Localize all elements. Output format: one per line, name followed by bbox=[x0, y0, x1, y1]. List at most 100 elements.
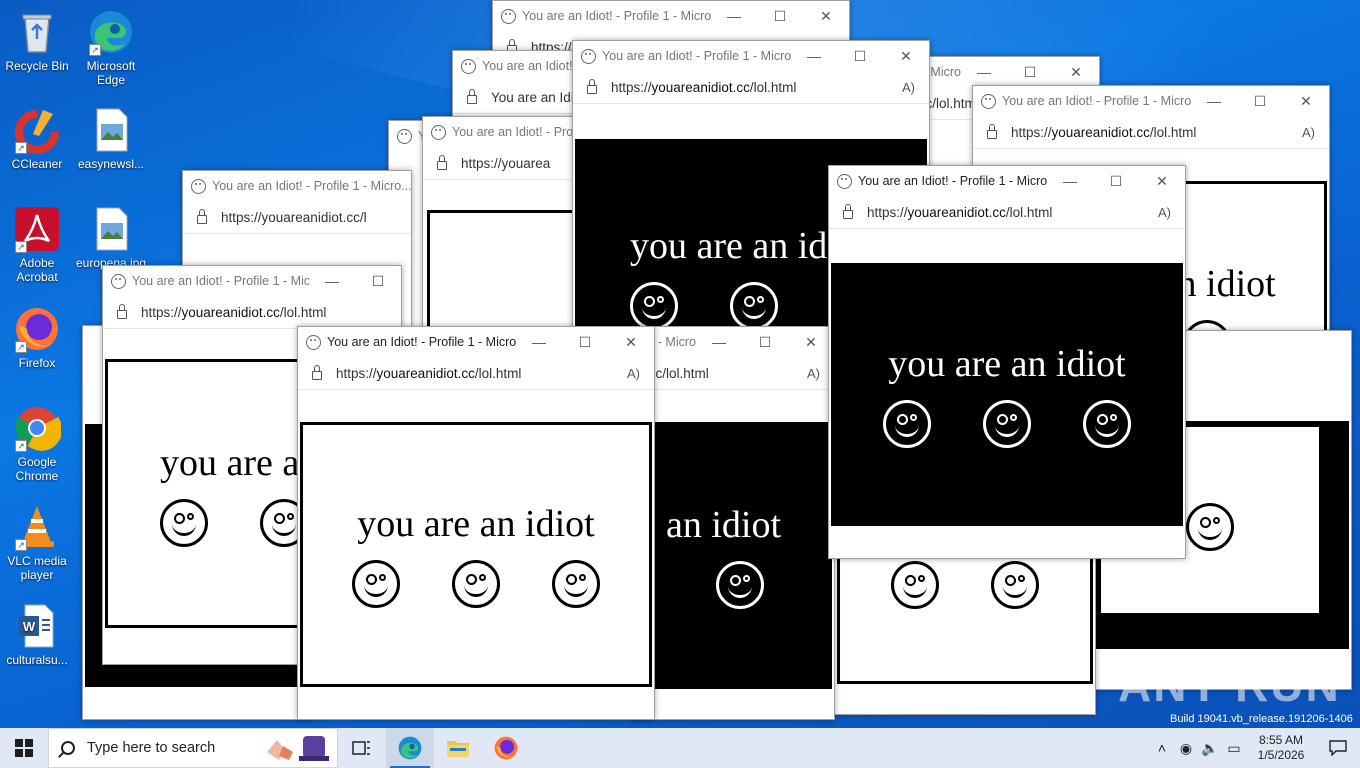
popup-window-front[interactable]: You are an Idiot! - Profile 1 - Micro...… bbox=[828, 165, 1186, 559]
maximize-button[interactable]: ☐ bbox=[355, 273, 401, 290]
desktop-icon-chrome[interactable]: ↗ Google Chrome bbox=[0, 404, 74, 483]
idiot-message: you are a bbox=[160, 441, 300, 484]
url-text[interactable]: https://youareanidiot.cc/l bbox=[221, 210, 397, 225]
clock[interactable]: 8:55 AM 1/5/2026 bbox=[1246, 733, 1316, 763]
desktop-icon-label: Google Chrome bbox=[15, 455, 59, 483]
url-text[interactable]: https://youareanidiot.cc/lol.html bbox=[141, 305, 387, 320]
taskbar-firefox-button[interactable] bbox=[482, 728, 530, 768]
close-button[interactable]: ✕ bbox=[803, 8, 849, 25]
title-bar[interactable]: You are an Idiot! - Profile 1 - Micro...… bbox=[901, 57, 1099, 87]
start-button[interactable] bbox=[0, 728, 48, 768]
close-button[interactable]: ✕ bbox=[1283, 93, 1329, 110]
maximize-button[interactable]: ☐ bbox=[1237, 93, 1283, 110]
address-bar[interactable]: https://youareanidiot.cc/lol.html A) bbox=[973, 116, 1329, 149]
meet-now-icon[interactable]: ◉ bbox=[1174, 740, 1198, 757]
title-bar[interactable]: You are an Idiot! - Profile 1 - Micro...… bbox=[829, 166, 1185, 196]
url-text[interactable]: .cc/lol.html bbox=[645, 366, 807, 381]
url-text[interactable]: https://youareanidiot.cc/lol.html bbox=[1011, 125, 1302, 140]
window-title: You are an Idiot! - Profile 1 - Micro... bbox=[522, 9, 711, 23]
title-bar[interactable]: You are an Idiot! - Profile 1 - Micro... bbox=[183, 171, 411, 201]
desktop-icon-firefox[interactable]: ↗ Firefox bbox=[0, 305, 74, 370]
address-bar[interactable]: https://youareanidiot.cc/lol.html A) bbox=[573, 71, 929, 104]
desktop-icon-acrobat[interactable]: ↗ Adobe Acrobat bbox=[0, 205, 74, 284]
maximize-button[interactable]: ☐ bbox=[757, 8, 803, 25]
maximize-button[interactable]: ☐ bbox=[562, 334, 608, 351]
address-bar[interactable]: .cc/lol.html A) bbox=[631, 357, 834, 390]
shortcut-arrow-icon: ↗ bbox=[15, 142, 27, 154]
minimize-button[interactable]: — bbox=[516, 334, 562, 350]
close-button[interactable]: ✕ bbox=[883, 48, 929, 65]
smiley-row bbox=[883, 399, 1131, 448]
minimize-button[interactable]: — bbox=[309, 273, 355, 289]
smiley-favicon-icon bbox=[191, 178, 206, 194]
desktop-icon-vlc[interactable]: ↗ VLC media player bbox=[0, 503, 74, 582]
minimize-button[interactable]: — bbox=[711, 8, 757, 24]
taskbar-task-view-button[interactable] bbox=[338, 728, 386, 768]
url-text[interactable]: https://youarea bbox=[461, 156, 567, 171]
shortcut-arrow-icon: ↗ bbox=[15, 341, 27, 353]
notifications-button[interactable] bbox=[1316, 740, 1360, 756]
url-text[interactable]: https://youareanidiot.cc/lol.html bbox=[611, 80, 902, 95]
desktop-icon-europena[interactable]: europena.jpg bbox=[74, 205, 148, 270]
popup-window[interactable]: You are an Idiot! - Profil https://youar… bbox=[422, 116, 582, 336]
popup-window-front[interactable]: You are an Idiot! - Profile 1 - Micro...… bbox=[297, 326, 655, 720]
smiley-icon bbox=[891, 560, 939, 609]
shortcut-arrow-icon: ↗ bbox=[89, 44, 101, 56]
read-aloud-icon[interactable]: A) bbox=[902, 80, 915, 95]
desktop-icon-label: CCleaner bbox=[11, 157, 63, 171]
smiley-row bbox=[716, 560, 764, 609]
network-icon[interactable]: ▭ bbox=[1222, 740, 1246, 757]
minimize-button[interactable]: — bbox=[1047, 173, 1093, 189]
read-aloud-icon[interactable]: A) bbox=[627, 366, 640, 381]
desktop-icon-easynewsl[interactable]: easynewsl... bbox=[74, 106, 148, 171]
taskbar-file-explorer-button[interactable] bbox=[434, 728, 482, 768]
desktop-icon-ccleaner[interactable]: ↗ CCleaner bbox=[0, 106, 74, 171]
address-bar[interactable]: https://youareanidiot.cc/lol.html A) bbox=[829, 196, 1185, 229]
close-button[interactable]: ✕ bbox=[1053, 64, 1099, 81]
minimize-button[interactable]: — bbox=[1191, 93, 1237, 109]
minimize-button[interactable]: — bbox=[961, 64, 1007, 80]
maximize-button[interactable]: ☐ bbox=[1093, 173, 1139, 190]
vlc-icon: ↗ bbox=[13, 503, 61, 551]
close-button[interactable]: ✕ bbox=[608, 334, 654, 351]
smiley-icon bbox=[716, 560, 764, 609]
read-aloud-icon[interactable]: A) bbox=[807, 366, 820, 381]
address-bar[interactable]: https://youarea bbox=[423, 147, 581, 180]
title-bar[interactable]: You are an Idiot! - Profile 1 - Micro...… bbox=[573, 41, 929, 71]
minimize-button[interactable]: — bbox=[791, 48, 837, 64]
chrome-icon: ↗ bbox=[13, 404, 63, 452]
address-bar[interactable]: https://youareanidiot.cc/l bbox=[183, 201, 411, 234]
title-bar[interactable]: You are an Idiot! - Profil bbox=[423, 117, 581, 147]
read-aloud-icon[interactable]: A) bbox=[1158, 205, 1171, 220]
url-path: /lol.html bbox=[1005, 204, 1053, 220]
window-title: You are an Idiot! - Profile 1 - Micro... bbox=[212, 179, 411, 193]
read-aloud-icon[interactable]: A) bbox=[1302, 125, 1315, 140]
address-bar[interactable]: https://youareanidiot.cc/lol.html A) bbox=[298, 357, 654, 390]
title-bar[interactable]: You are an Idiot! - Profile 1 - Micro...… bbox=[973, 86, 1329, 116]
close-button[interactable]: ✕ bbox=[1139, 173, 1185, 190]
search-icon bbox=[61, 741, 75, 755]
title-bar[interactable]: You are an Idiot! - Profile 1 - Micro...… bbox=[493, 1, 849, 31]
volume-icon[interactable]: 🔈 bbox=[1198, 740, 1222, 757]
clock-date: 1/5/2026 bbox=[1257, 748, 1305, 762]
maximize-button[interactable]: ☐ bbox=[1007, 64, 1053, 81]
taskbar-search-box[interactable]: Type here to search bbox=[48, 728, 338, 768]
desktop-icon-culturalsu[interactable]: W culturalsu... bbox=[0, 602, 74, 667]
maximize-button[interactable]: ☐ bbox=[837, 48, 883, 65]
minimize-button[interactable]: — bbox=[696, 334, 742, 350]
desktop-icon-recycle-bin[interactable]: Recycle Bin bbox=[0, 8, 74, 73]
address-bar[interactable]: https://youareanidiot.cc/lol.html bbox=[103, 296, 401, 329]
url-text[interactable]: https://youareanidiot.cc/lol.html bbox=[336, 366, 627, 381]
title-bar[interactable]: You are an Idiot! - Profile 1 - Micro...… bbox=[103, 266, 401, 296]
desktop-icon-edge[interactable]: ↗ Microsoft Edge bbox=[74, 8, 148, 87]
smiley-icon bbox=[991, 560, 1039, 609]
page-content: you are an idiot bbox=[829, 229, 1185, 558]
taskbar-edge-button[interactable] bbox=[386, 728, 434, 768]
taskbar: Type here to search ˄ ◉ 🔈 ▭ 8:55 AM 1/5/… bbox=[0, 728, 1360, 768]
maximize-button[interactable]: ☐ bbox=[742, 334, 788, 351]
title-bar[interactable]: You are an Idiot! - Profile 1 - Micro...… bbox=[631, 327, 834, 357]
url-text[interactable]: https://youareanidiot.cc/lol.html bbox=[867, 205, 1158, 220]
chevron-up-icon[interactable]: ˄ bbox=[1150, 740, 1174, 756]
title-bar[interactable]: You are an Idiot! - Profile 1 - Micro...… bbox=[298, 327, 654, 357]
popup-window[interactable]: You are an Idiot! - Profile 1 - Micro...… bbox=[630, 326, 835, 720]
